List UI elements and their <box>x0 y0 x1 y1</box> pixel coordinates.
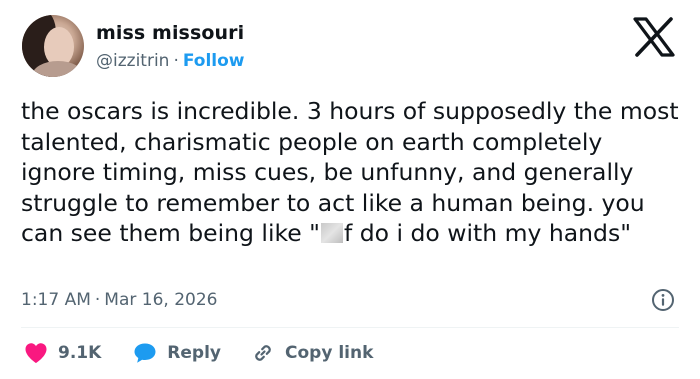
link-icon <box>255 345 271 361</box>
info-icon[interactable] <box>651 288 675 312</box>
copy-link-label: Copy link <box>285 343 374 363</box>
like-button[interactable]: 9.1K <box>24 342 101 364</box>
timestamp-separator: · <box>94 290 101 310</box>
tweet-date: Mar 16, 2026 <box>104 290 218 310</box>
timestamp[interactable]: 1:17 AM · Mar 16, 2026 <box>21 290 217 310</box>
censored-word-block <box>321 223 343 244</box>
action-bar: 9.1K Reply Copy link <box>24 340 373 366</box>
handle-row: @izzitrin · Follow <box>96 51 245 71</box>
follow-button[interactable]: Follow <box>183 51 245 71</box>
speech-bubble-icon <box>134 343 156 363</box>
separator-dot: · <box>173 51 179 71</box>
divider <box>21 327 679 328</box>
user-handle[interactable]: @izzitrin <box>96 51 169 71</box>
like-count: 9.1K <box>58 343 102 363</box>
heart-icon <box>25 343 47 363</box>
display-name[interactable]: miss missouri <box>96 22 244 44</box>
tweet-text-part2: f do i do with my hands" <box>344 219 632 248</box>
tweet-time: 1:17 AM <box>21 290 91 310</box>
reply-label: Reply <box>167 343 221 363</box>
reply-button[interactable]: Reply <box>133 342 221 364</box>
tweet-card: miss missouri @izzitrin · Follow the oscar… <box>0 0 700 379</box>
x-logo-icon[interactable] <box>632 17 676 57</box>
copy-link-button[interactable]: Copy link <box>251 341 373 365</box>
tweet-text: the oscars is incredible. 3 hours of sup… <box>21 96 681 249</box>
avatar[interactable] <box>22 15 84 77</box>
